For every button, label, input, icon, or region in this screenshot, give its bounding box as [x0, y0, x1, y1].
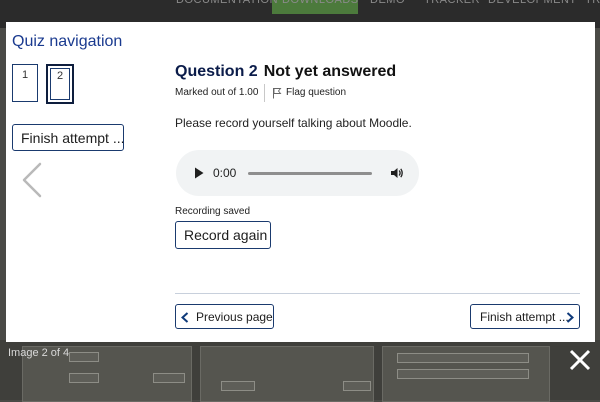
- finish-attempt-label: Finish attempt ...: [480, 310, 569, 324]
- background-editor-toolbar: [397, 353, 529, 363]
- audio-player: 0:00: [176, 150, 419, 196]
- question-nav-number: 1: [21, 69, 29, 81]
- recording-saved-label: Recording saved: [175, 206, 251, 217]
- record-again-button[interactable]: Record again: [175, 221, 271, 249]
- lightbox-previous-arrow-icon[interactable]: [18, 160, 48, 200]
- background-nav-item: DOCUMENTATION: [176, 0, 279, 6]
- background-thumb-button: [69, 373, 99, 383]
- info-divider: [264, 84, 265, 102]
- question-nav-button-1[interactable]: 1: [12, 64, 38, 102]
- question-nav-button-2-current[interactable]: 2: [46, 64, 74, 104]
- flag-question-link[interactable]: Flag question: [286, 87, 346, 98]
- background-editor-toolbar: [397, 369, 529, 379]
- previous-page-label: Previous page: [196, 310, 273, 324]
- question-prompt: Please record yourself talking about Moo…: [175, 116, 412, 130]
- play-icon[interactable]: [194, 167, 204, 179]
- flag-icon[interactable]: [272, 87, 282, 99]
- volume-icon[interactable]: [390, 166, 404, 180]
- chevron-left-icon: [181, 312, 189, 323]
- background-nav-item: DEVELOPMENT: [488, 0, 577, 6]
- background-nav-item: TRACKER: [424, 0, 481, 6]
- background-nav-item: DEMO: [370, 0, 405, 6]
- previous-page-button[interactable]: Previous page: [175, 304, 274, 329]
- chevron-right-icon: [566, 312, 574, 323]
- background-thumbnail: [382, 346, 550, 402]
- footer-separator: [175, 293, 580, 294]
- background-thumb-button: [69, 352, 99, 362]
- background-nav-item: DOWNLOADS: [282, 0, 359, 6]
- question-marks: Marked out of 1.00: [175, 87, 259, 98]
- question-nav-number: 2: [56, 70, 64, 82]
- audio-progress-slider[interactable]: [248, 172, 372, 175]
- finish-attempt-button[interactable]: Finish attempt ...: [470, 304, 580, 329]
- audio-current-time: 0:00: [213, 166, 237, 180]
- background-thumb-button: [153, 373, 185, 383]
- lightbox-caption: Image 2 of 4: [8, 347, 70, 359]
- question-heading: Question 2 Not yet answered: [175, 63, 396, 81]
- question-number: Question 2: [175, 63, 258, 80]
- question-status: Not yet answered: [263, 63, 397, 80]
- background-thumb-button: [343, 381, 371, 391]
- close-icon[interactable]: [568, 348, 592, 372]
- finish-attempt-nav-button[interactable]: Finish attempt ...: [12, 124, 124, 151]
- background-thumb-button: [221, 381, 255, 391]
- background-thumbnail: [200, 346, 374, 402]
- background-nav-item: TR: [585, 0, 600, 6]
- quiz-navigation-title: Quiz navigation: [12, 33, 123, 50]
